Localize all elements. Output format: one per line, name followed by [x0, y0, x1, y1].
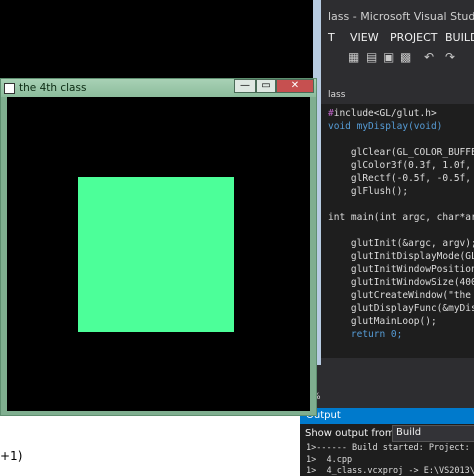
code-line: glFlush();	[328, 186, 409, 197]
open-icon[interactable]: ▤	[366, 50, 377, 64]
window-icon	[4, 83, 15, 94]
code-line: return 0;	[328, 329, 403, 340]
glut-window-title-bar[interactable]: the 4th class — ▭ ✕	[1, 79, 316, 97]
output-panel: Show output from: Build 1>------ Build s…	[300, 424, 474, 476]
output-panel-header: Output	[300, 408, 474, 424]
restore-button[interactable]: ▭	[256, 79, 276, 93]
code-line: glutInitDisplayMode(GLUT	[328, 251, 474, 262]
redo-icon[interactable]: ↷	[445, 50, 455, 64]
code-line: int main(int argc, char*arg	[328, 212, 474, 223]
menu-item-build[interactable]: BUILD	[445, 31, 474, 44]
new-project-icon[interactable]: ▦	[348, 50, 359, 64]
save-all-icon[interactable]: ▩	[400, 50, 411, 64]
vs-toolbar: ▦ ▤ ▣ ▩ ↶ ↷	[300, 48, 474, 68]
code-line: glutMainLoop();	[328, 316, 437, 327]
output-source-value: Build	[396, 427, 422, 438]
show-output-label: Show output from:	[305, 428, 398, 439]
code-line: glutCreateWindow("the 4	[328, 290, 474, 301]
code-line: void myDisplay(void)	[328, 121, 443, 132]
green-rectangle	[78, 177, 234, 332]
code-line: glClear(GL_COLOR_BUFFER	[328, 147, 474, 158]
code-line: glutInitWindowSize(400,	[328, 277, 474, 288]
vs-menu-bar: T VIEW PROJECT BUILD	[300, 28, 474, 48]
code-line: glutInitWindowPosition(	[328, 264, 474, 275]
document-tab[interactable]: lass	[328, 90, 345, 100]
code-line: glRectf(-0.5f, -0.5f, 0.	[328, 173, 474, 184]
close-button[interactable]: ✕	[276, 79, 314, 93]
undo-icon[interactable]: ↶	[424, 50, 434, 64]
glut-window-title: the 4th class	[19, 82, 87, 94]
menu-item-view[interactable]: VIEW	[350, 31, 379, 44]
code-editor[interactable]: #include<GL/glut.h> void myDisplay(void)…	[312, 104, 474, 358]
save-icon[interactable]: ▣	[383, 50, 394, 64]
minimize-button[interactable]: —	[234, 79, 256, 93]
menu-item-t[interactable]: T	[328, 31, 335, 44]
output-line: 1> 4_class.vcxproj -> E:\VS2013\my	[306, 466, 474, 476]
desktop-strip	[0, 416, 300, 476]
bottom-left-text: +1)	[0, 449, 23, 463]
vs-code-tab-bar: lass	[312, 90, 474, 104]
code-line: glutInit(&argc, argv);	[328, 238, 474, 249]
code-line: glutDisplayFunc(&myDisp	[328, 303, 474, 314]
output-line: 1>------ Build started: Project: 4_c	[306, 443, 474, 453]
vs-title-bar: lass - Microsoft Visual Studio	[300, 7, 474, 27]
output-line: 1> 4.cpp	[306, 455, 353, 465]
output-source-select[interactable]: Build	[392, 425, 474, 442]
vs-title: lass - Microsoft Visual Studio	[328, 10, 474, 23]
code-line: glColor3f(0.3f, 1.0f, 0.	[328, 160, 474, 171]
code-line: #include<GL/glut.h>	[328, 108, 437, 119]
menu-item-project[interactable]: PROJECT	[390, 31, 438, 44]
